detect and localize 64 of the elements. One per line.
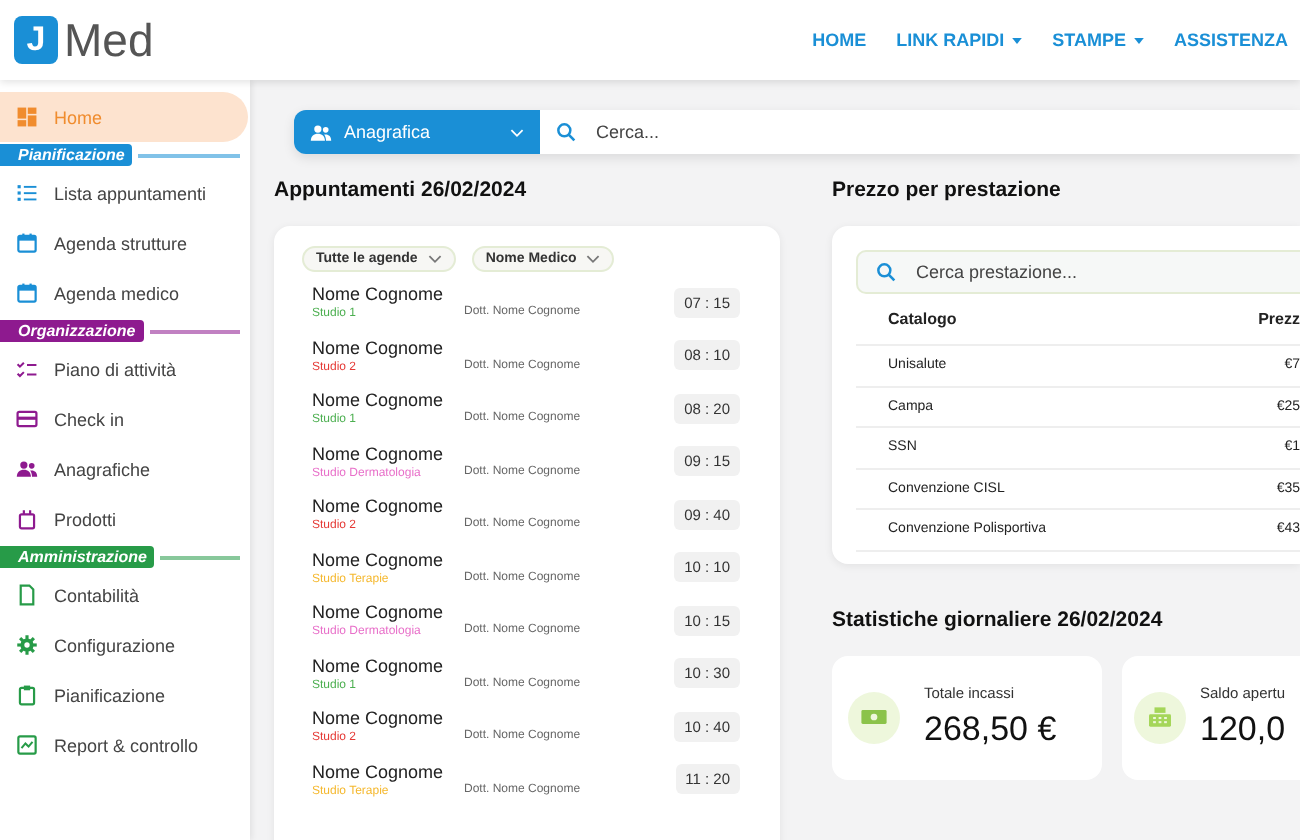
- cash-register-icon: [1146, 706, 1174, 728]
- stat-value: 120,0: [1200, 710, 1286, 750]
- people-icon: [16, 458, 38, 480]
- search-input[interactable]: Cerca prestazione...: [912, 260, 1300, 284]
- checklist-icon: [16, 358, 38, 380]
- caret-icon: [1133, 37, 1144, 43]
- sidebar-item[interactable]: Agenda strutture: [0, 218, 250, 268]
- section-heading: Statistiche giornaliere 26/02/2024: [832, 607, 1165, 631]
- sidebar-item[interactable]: Anagrafiche: [0, 444, 250, 494]
- search-field[interactable]: Cerca prestazione...: [856, 250, 1300, 294]
- brand-name: Med: [64, 13, 154, 67]
- section-label: Amministrazione: [0, 546, 155, 568]
- settings-icon: [16, 634, 38, 656]
- logo-badge: J: [14, 16, 58, 64]
- search-icon: [876, 262, 896, 282]
- sidebar-item[interactable]: Contabilità: [0, 570, 250, 620]
- chevron-down-icon: [427, 254, 442, 264]
- sidebar-item[interactable]: Piano di attività: [0, 344, 250, 394]
- chevron-down-icon: [586, 254, 601, 264]
- sidebar-item[interactable]: Report & controllo: [0, 720, 250, 770]
- search-icon: [556, 122, 576, 142]
- banknote-icon: [860, 706, 888, 728]
- category-dropdown[interactable]: Anagrafica: [294, 110, 540, 154]
- sidebar-item[interactable]: Configurazione: [0, 620, 250, 670]
- patient-name: Nome Cognome: [312, 708, 446, 729]
- patient-name: Nome Cognome: [312, 496, 446, 517]
- report-icon: [16, 734, 38, 756]
- nav-link[interactable]: ASSISTENZA: [1173, 30, 1288, 50]
- sidebar-item[interactable]: Check in: [0, 394, 250, 444]
- patient-name: Nome Cognome: [312, 761, 446, 782]
- patient-name: Nome Cognome: [312, 390, 446, 411]
- search-field[interactable]: Cerca...: [540, 110, 1300, 154]
- card-icon: [16, 408, 38, 430]
- patient-name: Nome Cognome: [312, 337, 446, 358]
- column-header: Prezz: [1258, 310, 1300, 328]
- section-heading: Prezzo per prestazione: [832, 178, 1063, 202]
- section-label: Pianificazione: [0, 144, 133, 166]
- patient-name: Nome Cognome: [312, 284, 446, 305]
- sidebar-item[interactable]: Pianificazione: [0, 670, 250, 720]
- sidebar-item[interactable]: Lista appuntamenti: [0, 168, 250, 218]
- calendar-icon: [16, 282, 38, 304]
- caret-icon: [1012, 37, 1023, 43]
- section-heading: Appuntamenti 26/02/2024: [274, 178, 529, 202]
- patient-name: Nome Cognome: [312, 655, 446, 676]
- patient-name: Nome Cognome: [312, 602, 446, 623]
- list-icon: [16, 182, 38, 204]
- calendar-icon: [16, 232, 38, 254]
- sidebar-item[interactable]: Prodotti: [0, 494, 250, 544]
- clipboard-icon: [16, 684, 38, 706]
- dashboard-icon: [16, 106, 38, 128]
- search-input[interactable]: Cerca...: [592, 120, 1300, 144]
- stat-value: 268,50 €: [924, 710, 1057, 750]
- nav-link[interactable]: STAMPE: [1052, 30, 1144, 50]
- patient-name: Nome Cognome: [312, 549, 446, 570]
- bag-icon: [16, 508, 38, 530]
- chevron-down-icon: [510, 127, 524, 137]
- column-header: Catalogo: [888, 310, 957, 328]
- document-icon: [16, 584, 38, 606]
- nav-link[interactable]: LINK RAPIDI: [896, 30, 1023, 50]
- people-icon: [310, 121, 332, 143]
- sidebar-item[interactable]: Agenda medico: [0, 268, 250, 318]
- nav-link[interactable]: HOME: [812, 30, 867, 50]
- patient-name: Nome Cognome: [312, 443, 446, 464]
- section-label: Organizzazione: [0, 320, 144, 342]
